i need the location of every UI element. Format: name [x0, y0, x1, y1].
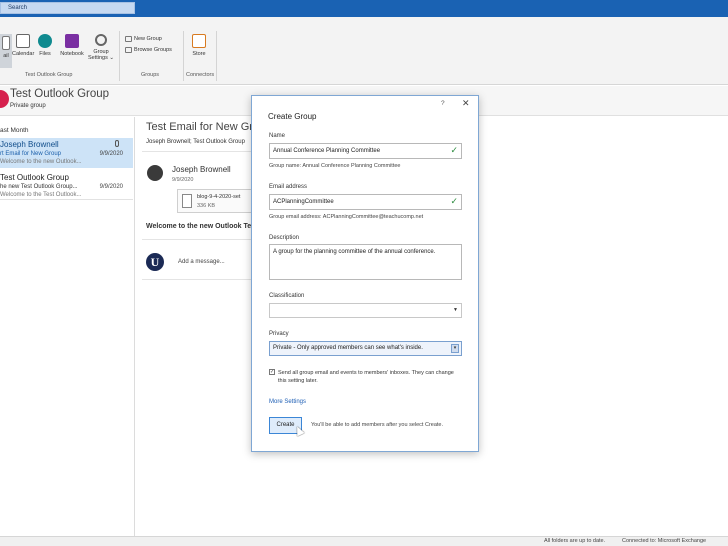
new-group-label: New Group: [134, 36, 162, 42]
check-icon: ✓: [450, 145, 458, 155]
ribbon-separator: [183, 31, 184, 81]
classification-dropdown[interactable]: ▼: [269, 303, 462, 318]
message-body-heading: Welcome to the new Outlook Test: [146, 223, 258, 230]
group-name-hint: Group name: Annual Conference Planning C…: [269, 163, 401, 169]
status-sync: All folders are up to date.: [544, 538, 606, 544]
send-all-checkbox[interactable]: ✓: [269, 369, 275, 375]
gear-icon: [95, 34, 107, 46]
name-label: Name: [269, 133, 286, 139]
list-item-preview: Welcome to the new Outlook...: [0, 159, 82, 165]
description-label: Description: [269, 235, 300, 241]
ribbon: ail Calendar Files Notebook Group Settin…: [0, 17, 728, 85]
message-subject: Test Email for New Grou: [146, 121, 266, 133]
message-list: ast Month Joseph Brownell rt Email for N…: [0, 117, 135, 536]
calendar-button[interactable]: Calendar: [12, 34, 34, 57]
email-field[interactable]: ACPlanningCommittee ✓: [269, 194, 462, 210]
list-item[interactable]: Test Outlook Group he new Test Outlook G…: [0, 171, 133, 201]
ribbon-group-label: Test Outlook Group: [25, 72, 73, 78]
user-avatar: U: [146, 253, 164, 271]
chevron-down-icon: ▾: [451, 344, 459, 353]
description-field-value: A group for the planning committee of th…: [273, 249, 436, 255]
sent-date: 9/9/2020: [172, 177, 194, 183]
ribbon-separator: [216, 31, 217, 81]
sharepoint-icon: [38, 34, 52, 48]
list-item-date: 9/9/2020: [99, 184, 123, 190]
email-hint: Group email address: ACPlanningCommittee…: [269, 214, 424, 220]
calendar-icon: [16, 34, 30, 48]
create-group-dialog: ? ✕ Create Group Name Annual Conference …: [251, 95, 479, 452]
group-privacy-label: Private group: [10, 103, 46, 109]
list-item-subject: he new Test Outlook Group...: [0, 184, 78, 190]
message-recipients: Joseph Brownell; Test Outlook Group: [146, 139, 245, 145]
dialog-title: Create Group: [268, 112, 317, 121]
help-button[interactable]: ?: [441, 100, 445, 107]
check-icon: ✓: [450, 196, 458, 206]
sender-name: Joseph Brownell: [172, 165, 231, 174]
description-field[interactable]: A group for the planning committee of th…: [269, 244, 462, 280]
file-icon: [182, 194, 192, 208]
title-bar: Search: [0, 0, 728, 17]
divider: [142, 239, 252, 240]
onenote-icon: [65, 34, 79, 48]
mail-button[interactable]: ail: [0, 34, 12, 68]
name-field[interactable]: Annual Conference Planning Committee ✓: [269, 143, 462, 159]
store-label: Store: [192, 51, 206, 57]
mouse-pointer-icon: [293, 424, 305, 437]
ribbon-separator: [119, 31, 120, 81]
close-button[interactable]: ✕: [462, 98, 470, 109]
group-settings-label-2: Settings ⌄: [87, 55, 114, 61]
notebook-label: Notebook: [60, 51, 84, 57]
search-input[interactable]: Search: [0, 2, 135, 14]
divider: [142, 279, 252, 280]
list-item-preview: Welcome to the Test Outlook...: [0, 192, 82, 198]
notebook-button[interactable]: Notebook: [57, 34, 87, 57]
classification-label: Classification: [269, 293, 305, 299]
files-button[interactable]: Files: [37, 34, 53, 57]
store-button[interactable]: Store: [189, 34, 209, 57]
email-field-value: ACPlanningCommittee: [273, 199, 334, 205]
mail-label: ail: [3, 53, 9, 59]
new-group-icon: [125, 36, 132, 42]
create-hint: You'll be able to add members after you …: [311, 422, 444, 428]
privacy-label: Privacy: [269, 331, 289, 337]
list-item-from: Joseph Brownell: [0, 140, 59, 149]
ribbon-group-label: Groups: [141, 72, 160, 78]
browse-groups-icon: [125, 47, 132, 53]
status-connection: Connected to: Microsoft Exchange: [622, 538, 707, 544]
list-item-date: 9/9/2020: [99, 151, 123, 157]
privacy-value: Private - Only approved members can see …: [273, 345, 423, 351]
group-avatar: [0, 90, 9, 108]
list-divider: [0, 199, 133, 200]
group-settings-button[interactable]: Group Settings ⌄: [87, 34, 115, 61]
browse-groups-label: Browse Groups: [134, 47, 172, 53]
ribbon-group-label: Connectors: [186, 72, 215, 78]
attachment-icon: [115, 140, 119, 147]
status-bar: All folders are up to date. Connected to…: [0, 536, 728, 546]
calendar-label: Calendar: [12, 51, 35, 57]
email-label: Email address: [269, 184, 308, 190]
list-section-header: ast Month: [0, 127, 29, 134]
files-label: Files: [39, 51, 51, 57]
list-item[interactable]: Joseph Brownell rt Email for New Group 9…: [0, 138, 133, 168]
new-group-button[interactable]: New Group: [125, 36, 162, 42]
mail-icon: [2, 36, 10, 50]
list-item-subject: rt Email for New Group: [0, 151, 62, 157]
add-message-input[interactable]: Add a message...: [178, 259, 225, 265]
name-field-value: Annual Conference Planning Committee: [273, 148, 381, 154]
group-title: Test Outlook Group: [10, 88, 110, 100]
sender-avatar: [147, 165, 163, 181]
chevron-down-icon: ▼: [453, 307, 458, 313]
attachment-size: 336 KB: [197, 203, 216, 209]
more-settings-link[interactable]: More Settings: [269, 399, 306, 405]
store-icon: [192, 34, 206, 48]
list-item-from: Test Outlook Group: [0, 173, 69, 182]
attachment-card[interactable]: blog-9-4-2020-set 336 KB: [177, 189, 257, 213]
browse-groups-button[interactable]: Browse Groups: [125, 47, 172, 53]
divider: [142, 151, 252, 152]
privacy-dropdown[interactable]: Private - Only approved members can see …: [269, 341, 462, 356]
attachment-name: blog-9-4-2020-set: [197, 194, 241, 200]
send-all-label: Send all group email and events to membe…: [278, 370, 454, 384]
